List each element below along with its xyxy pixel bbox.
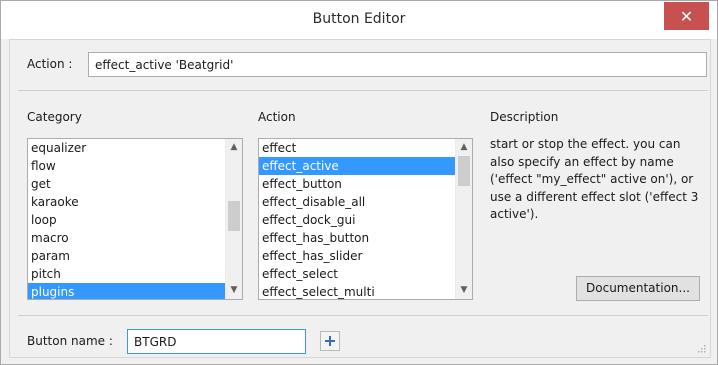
scroll-up-icon[interactable]: ▲ (226, 139, 242, 156)
action-list-item[interactable]: effect (259, 139, 455, 157)
category-list-item[interactable]: karaoke (28, 193, 225, 211)
plus-icon (325, 336, 335, 346)
action-list-item[interactable]: effect_active (259, 157, 455, 175)
title-bar: Button Editor ✕ (1, 1, 717, 39)
category-list-item[interactable]: equalizer (28, 139, 225, 157)
window-title: Button Editor (312, 11, 406, 27)
category-list-item[interactable]: macro (28, 229, 225, 247)
category-listbox[interactable]: equalizer flow get karaoke loop macro param pit… (27, 138, 243, 300)
action-list-item[interactable]: effect_disable_all (259, 193, 455, 211)
category-scroll-thumb[interactable] (228, 201, 240, 231)
action-list-item[interactable]: effect_dock_gui (259, 211, 455, 229)
scroll-down-icon[interactable]: ▼ (456, 282, 472, 299)
action-scroll-thumb[interactable] (458, 156, 470, 186)
action-list-item[interactable]: effect_button (259, 175, 455, 193)
category-list-item[interactable]: flow (28, 157, 225, 175)
add-button[interactable] (320, 331, 340, 351)
category-list-item[interactable]: get (28, 175, 225, 193)
category-list-item[interactable]: loop (28, 211, 225, 229)
action-row: Action : effect_active 'Beatgrid' (10, 40, 710, 88)
action-label: Action : (27, 57, 73, 71)
action-list-item[interactable]: effect_select (259, 265, 455, 283)
category-items: equalizer flow get karaoke loop macro param pit… (28, 139, 225, 299)
category-list-item[interactable]: param (28, 247, 225, 265)
scroll-down-icon[interactable]: ▼ (226, 282, 242, 299)
category-label: Category (27, 110, 82, 124)
action-list-item[interactable]: effect_has_slider (259, 247, 455, 265)
divider-top (18, 90, 708, 91)
close-icon: ✕ (679, 6, 694, 26)
action-listbox[interactable]: effect effect_active effect_button effect_d… (258, 138, 473, 300)
action-items: effect effect_active effect_button effect_d… (259, 139, 455, 299)
button-name-input[interactable]: BTGRD (127, 329, 306, 354)
documentation-button[interactable]: Documentation... (576, 276, 700, 301)
action-list-item[interactable]: effect_has_button (259, 229, 455, 247)
scroll-up-icon[interactable]: ▲ (456, 139, 472, 156)
dialog-content: Action : effect_active 'Beatgrid' Catego… (9, 39, 711, 358)
action-input[interactable]: effect_active 'Beatgrid' (88, 52, 707, 77)
category-list-item[interactable]: plugins (28, 283, 225, 299)
action-list-item[interactable]: effect_select_multi (259, 283, 455, 299)
category-list-item[interactable]: pitch (28, 265, 225, 283)
button-editor-window: Button Editor ✕ Action : effect_active '… (0, 0, 718, 365)
resize-grip-icon[interactable] (696, 343, 706, 353)
close-button[interactable]: ✕ (664, 2, 709, 30)
category-scrollbar[interactable]: ▲ ▼ (225, 139, 242, 299)
action-scrollbar[interactable]: ▲ ▼ (455, 139, 472, 299)
button-name-label: Button name : (27, 334, 113, 348)
action-list-label: Action (258, 110, 296, 124)
description-text: start or stop the effect. you can also s… (490, 137, 699, 221)
divider-bottom (18, 315, 708, 316)
description-label: Description (490, 110, 559, 124)
